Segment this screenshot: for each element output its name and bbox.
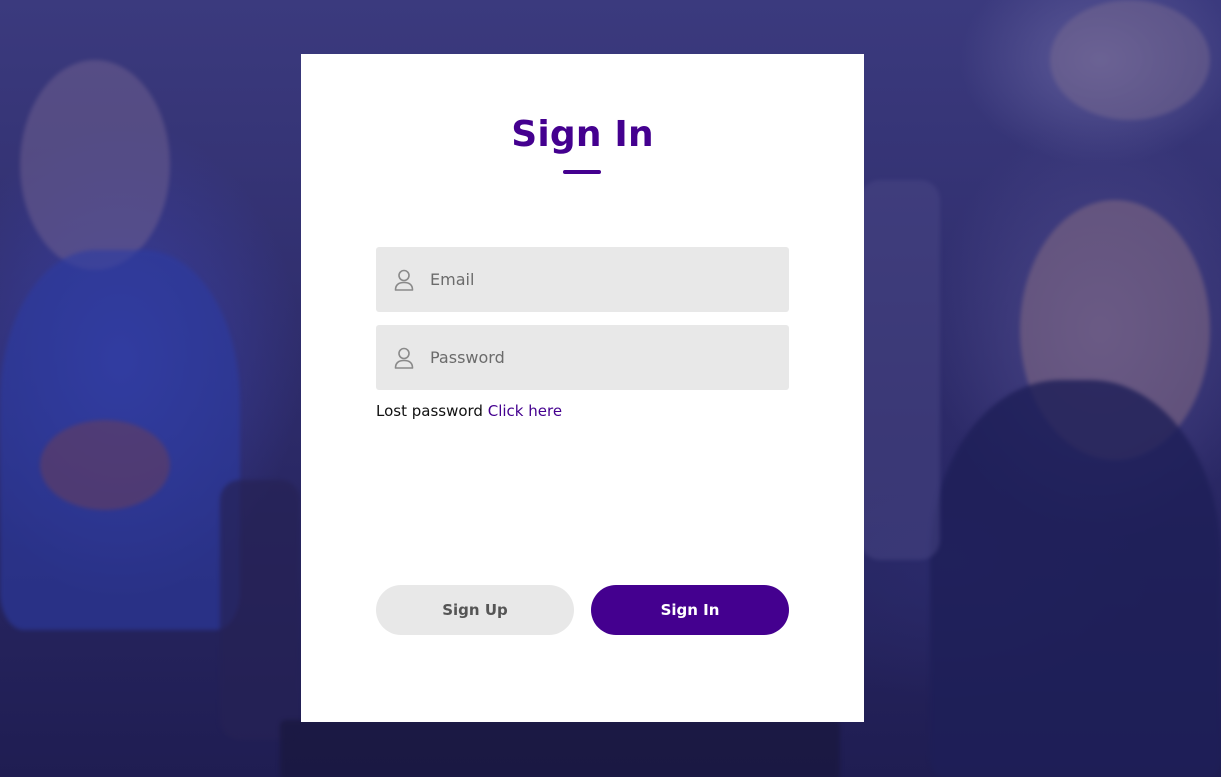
title-underline: [563, 170, 601, 174]
sign-up-button[interactable]: Sign Up: [376, 585, 574, 635]
background-person-middle: [860, 180, 940, 560]
lost-password-label: Lost password: [376, 402, 483, 420]
background-person-top-right: [1050, 0, 1210, 120]
page-title: Sign In: [511, 114, 654, 155]
background-person-lower: [220, 480, 300, 740]
lost-password-link[interactable]: Click here: [488, 402, 562, 420]
background-shirt: [930, 380, 1221, 777]
background-sweater-pattern: [40, 420, 170, 510]
background-person-left: [20, 60, 170, 270]
password-input[interactable]: [430, 337, 770, 378]
user-icon: [394, 269, 414, 291]
email-input[interactable]: [430, 259, 770, 300]
user-icon: [394, 347, 414, 369]
password-field[interactable]: [376, 325, 789, 390]
background-laptop: [280, 720, 840, 777]
lost-password-row: Lost password Click here: [376, 402, 562, 420]
sign-in-button[interactable]: Sign In: [591, 585, 789, 635]
sign-in-card: Sign In Lost password Click here Sign Up…: [301, 54, 864, 722]
email-field[interactable]: [376, 247, 789, 312]
